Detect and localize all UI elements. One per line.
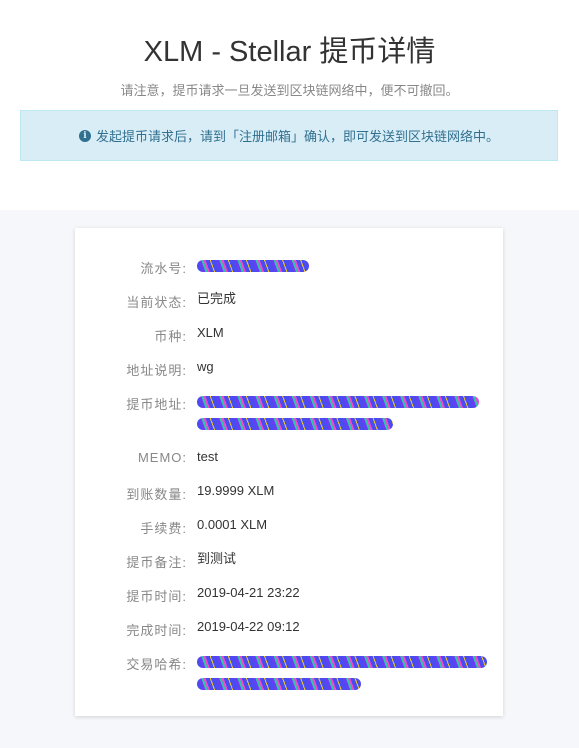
detail-row-serial: 流水号: [75,258,503,277]
detail-section: 流水号: 当前状态: 已完成 币种: XLM 地址说明: wg 提币地址: MEMO:… [0,210,579,748]
value: test [197,449,218,464]
value: 2019-04-21 23:22 [197,585,300,600]
detail-row-remark: 提币备注: 到测试 [75,551,503,571]
detail-row-tx-hash: 交易哈希: [75,654,503,694]
label: 交易哈希: [126,657,187,672]
value: 2019-04-22 09:12 [197,619,300,634]
redacted-value [197,254,309,277]
header: XLM - Stellar 提币详情 请注意，提币请求一旦发送到区块链网络中，便… [0,0,579,210]
redacted-value [197,390,479,434]
detail-row-fee: 手续费: 0.0001 XLM [75,517,503,537]
label: 提币时间: [126,589,187,604]
label: 完成时间: [126,623,187,638]
label: 提币地址: [126,397,187,412]
label: 手续费: [140,521,187,536]
value: 已完成 [197,291,237,306]
label: 当前状态: [126,295,187,310]
detail-row-status: 当前状态: 已完成 [75,291,503,311]
detail-row-withdraw-time: 提币时间: 2019-04-21 23:22 [75,585,503,605]
label: 地址说明: [126,363,187,378]
detail-row-coin: 币种: XLM [75,325,503,345]
label: 流水号: [140,261,187,276]
detail-row-address-note: 地址说明: wg [75,359,503,379]
notice-text: 请注意，提币请求一旦发送到区块链网络中，便不可撤回。 [120,83,459,98]
info-alert: i 发起提币请求后，请到「注册邮箱」确认，即可发送到区块链网络中。 [20,110,558,161]
detail-row-amount: 到账数量: 19.9999 XLM [75,483,503,503]
detail-row-address: 提币地址: [75,394,503,434]
label: 到账数量: [126,487,187,502]
value: 0.0001 XLM [197,517,268,532]
detail-row-memo: MEMO: test [75,449,503,468]
value: XLM [197,325,224,340]
label: 币种: [154,329,187,344]
value: 到测试 [197,551,237,566]
detail-row-complete-time: 完成时间: 2019-04-22 09:12 [75,619,503,639]
value: wg [197,359,214,374]
label: 提币备注: [126,555,187,570]
alert-text: 发起提币请求后，请到「注册邮箱」确认，即可发送到区块链网络中。 [95,129,499,144]
redacted-value [197,650,487,694]
page-title: XLM - Stellar 提币详情 [143,36,436,68]
detail-card: 流水号: 当前状态: 已完成 币种: XLM 地址说明: wg 提币地址: MEMO:… [75,228,503,716]
info-circle-icon: i [78,129,91,142]
value: 19.9999 XLM [197,483,275,498]
label: MEMO: [137,450,187,465]
